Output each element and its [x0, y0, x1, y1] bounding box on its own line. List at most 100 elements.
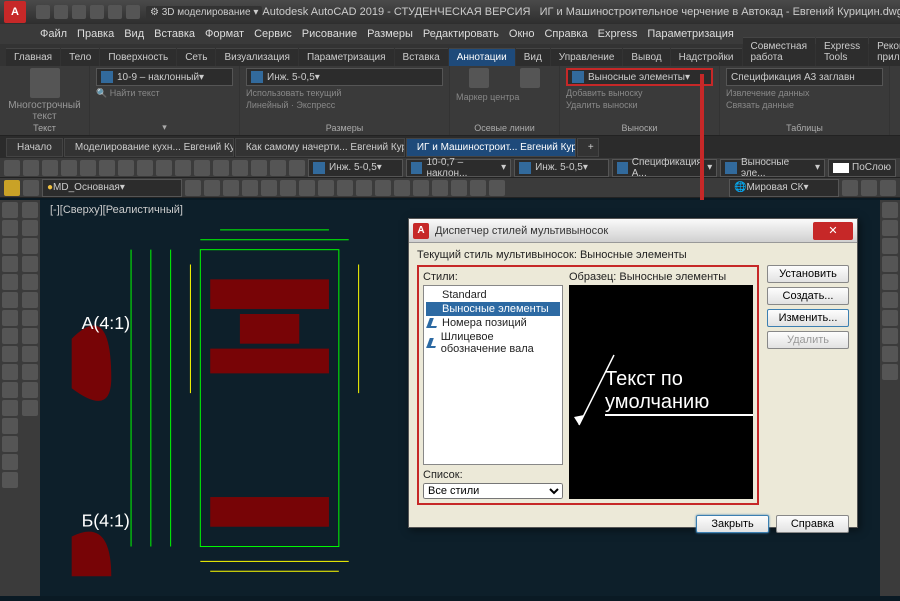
tb-dd6[interactable]: ПоСлою [828, 159, 896, 177]
menu-modify[interactable]: Редактировать [423, 28, 499, 40]
qat-new-icon[interactable] [36, 5, 50, 19]
doc-tab-start[interactable]: Начало [6, 138, 63, 157]
tab-output[interactable]: Вывод [623, 48, 669, 66]
tool-icon[interactable] [2, 220, 18, 236]
tool-icon[interactable] [2, 328, 18, 344]
tab-home[interactable]: Главная [6, 48, 60, 66]
tool-icon[interactable] [22, 364, 38, 380]
tool-icon[interactable] [2, 202, 18, 218]
qat-undo-icon[interactable] [90, 5, 104, 19]
tool-icon[interactable] [882, 220, 898, 236]
tool-icon[interactable] [270, 160, 286, 176]
qat-save-icon[interactable] [72, 5, 86, 19]
doc-tab-2[interactable]: Как самому начерти... Евгений Курицин* [235, 138, 405, 157]
tool-icon[interactable] [61, 160, 77, 176]
tool-icon[interactable] [299, 180, 315, 196]
qat-print-icon[interactable] [126, 5, 140, 19]
tool-icon[interactable] [213, 160, 229, 176]
qat-redo-icon[interactable] [108, 5, 122, 19]
tool-icon[interactable] [882, 364, 898, 380]
tab-collaborate[interactable]: Совместная работа [743, 37, 816, 66]
close-button[interactable]: ✕ [813, 222, 853, 240]
extract-data-button[interactable]: Извлечение данных [726, 88, 883, 98]
tool-icon[interactable] [882, 202, 898, 218]
dialog-titlebar[interactable]: A Диспетчер стилей мультивыносок ✕ [409, 219, 857, 243]
tool-icon[interactable] [432, 180, 448, 196]
add-leader-button[interactable]: Добавить выноску [566, 88, 713, 98]
tool-icon[interactable] [318, 180, 334, 196]
menu-view[interactable]: Вид [124, 28, 144, 40]
tab-insert[interactable]: Вставка [395, 48, 448, 66]
tool-icon[interactable] [22, 346, 38, 362]
close-dialog-button[interactable]: Закрыть [696, 515, 768, 533]
table-style-dropdown[interactable]: Спецификация А3 заглавн [726, 68, 883, 86]
menu-express[interactable]: Express [598, 28, 638, 40]
styles-listbox[interactable]: Standard Выносные элементы Номера позици… [423, 285, 563, 465]
tool-icon[interactable] [4, 160, 20, 176]
tool-icon[interactable] [882, 310, 898, 326]
tool-icon[interactable] [137, 160, 153, 176]
dim-quick-button[interactable]: Экспресс [296, 100, 335, 110]
tool-icon[interactable] [185, 180, 201, 196]
tool-icon[interactable] [356, 180, 372, 196]
tab-annotate[interactable]: Аннотации [449, 48, 515, 66]
tool-icon[interactable] [22, 274, 38, 290]
list-filter-select[interactable]: Все стили [423, 483, 563, 499]
tool-icon[interactable] [280, 180, 296, 196]
autocad-logo-icon[interactable]: A [4, 1, 26, 23]
tool-icon[interactable] [42, 160, 58, 176]
tool-icon[interactable] [118, 160, 134, 176]
menu-insert[interactable]: Вставка [154, 28, 195, 40]
tool-icon[interactable] [22, 328, 38, 344]
help-button[interactable]: Справка [776, 515, 849, 533]
tab-express[interactable]: Express Tools [816, 37, 868, 66]
tool-icon[interactable] [22, 202, 38, 218]
tool-icon[interactable] [337, 180, 353, 196]
set-current-button[interactable]: Установить [767, 265, 849, 283]
tool-icon[interactable] [451, 180, 467, 196]
tool-icon[interactable] [22, 382, 38, 398]
doc-tab-1[interactable]: Моделирование кухн... Евгений Курицин* [64, 138, 234, 157]
viewport-label[interactable]: [-][Сверху][Реалистичный] [50, 204, 183, 216]
tool-icon[interactable] [882, 292, 898, 308]
ucs-dropdown[interactable]: 🌐 Мировая СК ▾ [729, 179, 839, 197]
tool-icon[interactable] [375, 180, 391, 196]
delete-style-button[interactable]: Удалить [767, 331, 849, 349]
tool-icon[interactable] [80, 160, 96, 176]
tool-icon[interactable] [204, 180, 220, 196]
menu-format[interactable]: Формат [205, 28, 244, 40]
tab-view[interactable]: Вид [516, 48, 550, 66]
tool-icon[interactable] [22, 238, 38, 254]
tool-icon[interactable] [882, 256, 898, 272]
tb-dd1[interactable]: Инж. 5-0,5▾ [308, 159, 403, 177]
dim-style-dropdown[interactable]: Инж. 5-0,5 ▾ [246, 68, 443, 86]
tool-icon[interactable] [22, 220, 38, 236]
tool-icon[interactable] [22, 292, 38, 308]
style-item-standard[interactable]: Standard [426, 288, 560, 302]
tool-icon[interactable] [23, 160, 39, 176]
dim-linear-button[interactable]: Линейный [246, 100, 288, 110]
tool-icon[interactable] [99, 160, 115, 176]
style-item-2[interactable]: Номера позиций [426, 316, 560, 330]
doc-tab-3[interactable]: ИГ и Машинострoит... Евгений Курицин* [406, 138, 576, 157]
layer-bulb-icon[interactable] [4, 180, 20, 196]
tb-dd5[interactable]: Выносные эле...▾ [720, 159, 825, 177]
tool-icon[interactable] [882, 328, 898, 344]
tool-icon[interactable] [2, 274, 18, 290]
tab-mesh[interactable]: Сеть [177, 48, 215, 66]
menu-parametric[interactable]: Параметризация [647, 28, 733, 40]
tb-dd2[interactable]: 10-0,7 – наклон...▾ [406, 159, 511, 177]
tool-icon[interactable] [2, 454, 18, 470]
layer-dropdown[interactable]: ● MD_Основная ▾ [42, 179, 182, 197]
tool-icon[interactable] [261, 180, 277, 196]
new-doc-tab[interactable]: + [577, 138, 599, 157]
tool-icon[interactable] [175, 160, 191, 176]
tool-icon[interactable] [394, 180, 410, 196]
tab-solid[interactable]: Тело [61, 48, 99, 66]
tool-icon[interactable] [2, 364, 18, 380]
qat-open-icon[interactable] [54, 5, 68, 19]
text-style-dropdown[interactable]: 10-9 – наклонный ▾ [96, 68, 233, 86]
tool-icon[interactable] [194, 160, 210, 176]
tool-icon[interactable] [842, 180, 858, 196]
tab-parametric[interactable]: Параметризация [299, 48, 394, 66]
